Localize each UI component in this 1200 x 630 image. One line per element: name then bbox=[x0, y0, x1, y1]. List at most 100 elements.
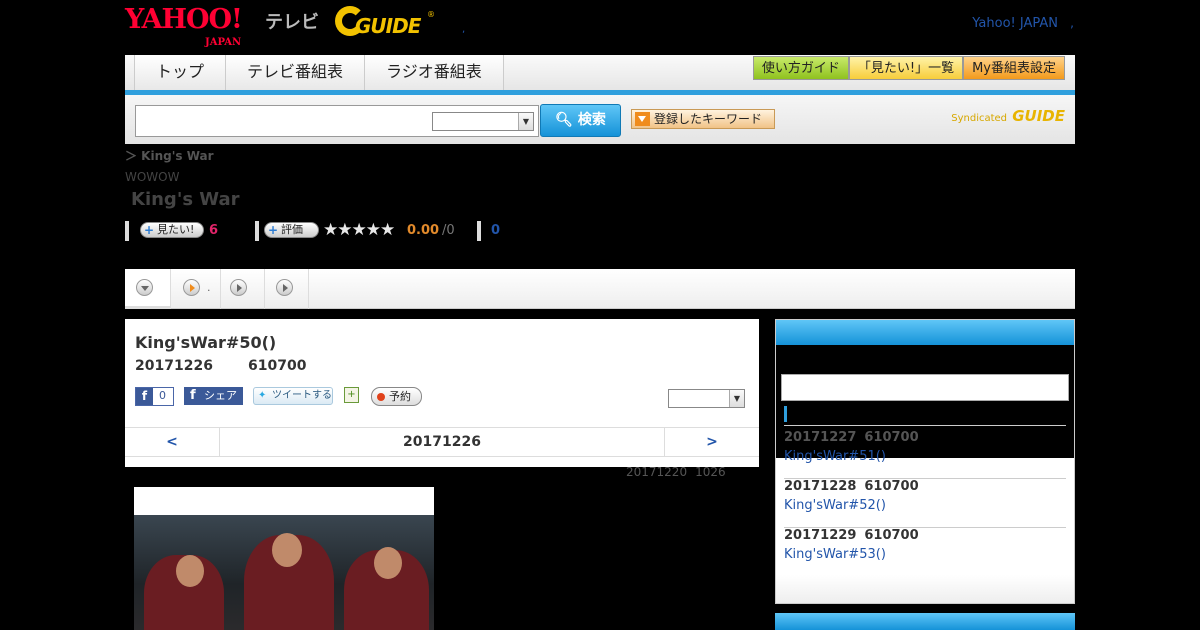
upcoming-list: 20171227 610700 King'sWar#51() 20171228 61… bbox=[784, 430, 1066, 577]
want-to-watch-count: 6 bbox=[209, 223, 219, 238]
program-title: King's War bbox=[131, 189, 240, 210]
registered-keywords-button[interactable]: 登録したキーワード bbox=[631, 109, 775, 129]
episode-navigation: < 20171226 > bbox=[125, 427, 759, 457]
tab-play-3[interactable] bbox=[265, 269, 309, 309]
play-icon bbox=[230, 279, 247, 296]
add-calendar-icon[interactable]: + bbox=[344, 387, 359, 403]
list-item-link[interactable]: King'sWar#51() bbox=[784, 449, 925, 464]
facebook-like-count: 0 bbox=[159, 389, 166, 402]
sidebar-footer bbox=[776, 575, 1074, 603]
plus-icon: + bbox=[268, 223, 279, 237]
registered-mark-icon: ® bbox=[427, 10, 435, 19]
next-episode-link[interactable]: > bbox=[706, 434, 718, 450]
nav-tab-tv-guide[interactable]: テレビ番組表 bbox=[226, 55, 366, 90]
reserve-button[interactable]: 予約 bbox=[371, 387, 422, 406]
nav-tab-top[interactable]: トップ bbox=[135, 55, 227, 90]
nav-tab-radio-guide[interactable]: ラジオ番組表 bbox=[365, 55, 504, 90]
plus-icon: + bbox=[144, 223, 155, 237]
facebook-like-button[interactable]: f 0 bbox=[135, 387, 174, 406]
social-buttons: f 0 シェア ツイートする + 予約 bbox=[135, 387, 735, 407]
want-to-watch-list-button[interactable]: 「見たい!」一覧 bbox=[848, 56, 964, 80]
prev-episode-cell: < bbox=[125, 428, 220, 456]
search-icon: 🔍︎ bbox=[555, 112, 573, 128]
list-item-date: 20171229 bbox=[784, 528, 857, 543]
list-item-time: 610700 bbox=[864, 430, 919, 445]
rating-stars-icon: ★★★★★ bbox=[323, 220, 395, 240]
list-item-date: 20171227 bbox=[784, 430, 857, 445]
tweet-button[interactable]: ツイートする bbox=[253, 387, 333, 405]
syndicated-label: Syndicated bbox=[951, 113, 1008, 124]
tab-label: . bbox=[207, 281, 211, 294]
breadcrumb: ＞ King's War bbox=[125, 149, 214, 163]
list-item-datetime: 20171227 610700 bbox=[784, 430, 1066, 445]
usage-guide-button[interactable]: 使い方ガイド bbox=[752, 56, 849, 80]
figure-head-shape bbox=[374, 547, 402, 579]
chevron-down-icon: ▼ bbox=[518, 113, 533, 130]
header-link-dot: , bbox=[1070, 16, 1074, 30]
channel-name: WOWOW bbox=[125, 170, 180, 184]
prev-episode-link[interactable]: < bbox=[166, 434, 178, 450]
episode-still-image bbox=[134, 515, 434, 630]
play-icon bbox=[276, 279, 293, 296]
rate-button[interactable]: + 評価 bbox=[264, 222, 319, 238]
divider bbox=[784, 425, 1066, 426]
updated-timestamp: 20171220 1026 bbox=[626, 465, 734, 479]
gguide-logo-text: GUIDE bbox=[355, 14, 421, 38]
site-header: YAHOO! JAPAN テレビ GUIDE ® , Yahoo! JAPAN … bbox=[125, 0, 1075, 55]
list-item-time: 610700 bbox=[864, 479, 919, 494]
search-category-select[interactable]: ▼ bbox=[432, 112, 534, 131]
episode-select[interactable]: ▼ bbox=[668, 389, 745, 408]
facebook-share-button[interactable]: シェア bbox=[184, 387, 243, 405]
rate-label: 評価 bbox=[281, 223, 303, 236]
list-item-link[interactable]: King'sWar#52() bbox=[784, 498, 925, 513]
list-item-datetime: 20171229 610700 bbox=[784, 528, 1066, 543]
list-item: 20171228 610700 King'sWar#52() bbox=[784, 479, 1066, 528]
yahoo-japan-logo[interactable]: YAHOO! JAPAN bbox=[125, 6, 243, 48]
want-to-watch-label: 見たい! bbox=[157, 223, 195, 236]
sidebar-input[interactable] bbox=[781, 374, 1069, 401]
program-meta-row: + 見たい! 6 + 評価 ★★★★★ 0.00 /0 0 bbox=[125, 220, 625, 242]
registered-keywords-label: 登録したキーワード bbox=[654, 112, 763, 126]
facebook-icon: f bbox=[136, 388, 153, 405]
divider bbox=[125, 221, 129, 241]
list-item-datetime: 20171228 610700 bbox=[784, 479, 1066, 494]
search-bar: ▼ 🔍︎ 検索 登録したキーワード Syndicated GUIDE bbox=[125, 95, 1075, 144]
next-episode-cell: > bbox=[664, 428, 759, 456]
updated-date: 20171220 bbox=[626, 465, 688, 479]
gguide-logo[interactable]: GUIDE ® bbox=[335, 6, 435, 40]
chevron-down-icon bbox=[136, 279, 153, 296]
upcoming-episodes-sidebar: 20171227 610700 King'sWar#51() 20171228 61… bbox=[775, 319, 1075, 604]
nav-right-buttons: 使い方ガイド 「見たい!」一覧 My番組表設定 bbox=[752, 56, 1065, 80]
program-tabs: . bbox=[125, 269, 1075, 309]
syndicated-gguide-logo: Syndicated GUIDE bbox=[951, 107, 1065, 125]
yahoo-japan-link[interactable]: Yahoo! JAPAN bbox=[972, 16, 1058, 31]
want-to-watch-button[interactable]: + 見たい! bbox=[140, 222, 204, 238]
sidebar-section-marker bbox=[784, 406, 787, 422]
episode-time: 610700 bbox=[248, 358, 307, 374]
current-episode-date: 20171226 bbox=[403, 434, 481, 450]
chevron-down-icon: ▼ bbox=[729, 390, 744, 407]
syndicated-gguide-text: GUIDE bbox=[1012, 107, 1065, 125]
figure-head-shape bbox=[176, 555, 204, 587]
tab-play-2[interactable] bbox=[221, 269, 265, 309]
episode-image-frame bbox=[134, 487, 434, 630]
yahoo-logo-japan: JAPAN bbox=[205, 37, 242, 48]
rating-count: /0 bbox=[442, 223, 455, 238]
tab-play-1[interactable]: . bbox=[171, 269, 221, 309]
second-sidebar-header bbox=[775, 613, 1075, 630]
episode-date: 20171226 bbox=[135, 358, 213, 374]
figure-head-shape bbox=[272, 533, 302, 567]
search-button-label: 検索 bbox=[577, 112, 606, 128]
search-button[interactable]: 🔍︎ 検索 bbox=[540, 104, 621, 137]
review-count-link[interactable]: 0 bbox=[491, 223, 500, 238]
tv-label[interactable]: テレビ bbox=[265, 8, 319, 34]
my-guide-settings-button[interactable]: My番組表設定 bbox=[963, 56, 1065, 80]
play-icon bbox=[183, 279, 200, 296]
divider bbox=[477, 221, 481, 241]
list-item: 20171229 610700 King'sWar#53() bbox=[784, 528, 1066, 577]
main-nav: トップ テレビ番組表 ラジオ番組表 使い方ガイド 「見たい!」一覧 My番組表設… bbox=[125, 55, 1075, 95]
header-separator: , bbox=[462, 24, 466, 35]
list-item-link[interactable]: King'sWar#53() bbox=[784, 547, 925, 562]
tab-expand[interactable] bbox=[125, 269, 171, 309]
episode-panel: King'sWar#50() 20171226 610700 f 0 シェア ツ… bbox=[125, 319, 759, 467]
